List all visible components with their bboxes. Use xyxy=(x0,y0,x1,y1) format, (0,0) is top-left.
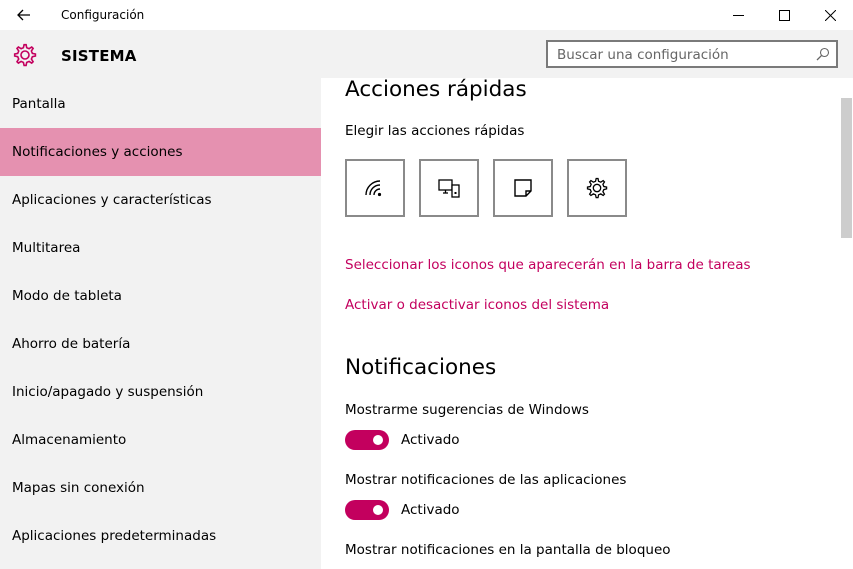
maximize-icon xyxy=(778,9,790,21)
page-title: SISTEMA xyxy=(61,47,137,65)
toggle-knob xyxy=(373,435,383,445)
system-icons-link[interactable]: Activar o desactivar iconos del sistema xyxy=(345,297,609,313)
notifications-heading: Notificaciones xyxy=(345,355,497,380)
sidebar-item-multitarea[interactable]: Multitarea xyxy=(0,224,321,272)
close-icon xyxy=(824,9,836,21)
project-screen-icon xyxy=(438,179,460,198)
system-gear-icon xyxy=(13,43,37,67)
back-button[interactable] xyxy=(8,0,40,30)
sidebar-item-apps-predeterminadas[interactable]: Aplicaciones predeterminadas xyxy=(0,512,321,560)
quick-actions-subheading: Elegir las acciones rápidas xyxy=(345,123,525,139)
note-icon xyxy=(514,179,532,197)
quick-action-tile-project[interactable] xyxy=(419,159,479,217)
toggle-sugerencias[interactable] xyxy=(345,430,389,450)
search-placeholder: Buscar una configuración xyxy=(557,47,729,63)
vertical-scrollbar[interactable] xyxy=(841,98,852,238)
quick-actions-heading: Acciones rápidas xyxy=(345,77,527,102)
sidebar-item-inicio-apagado[interactable]: Inicio/apagado y suspensión xyxy=(0,368,321,416)
toggle-state-notificaciones-apps: Activado xyxy=(401,502,460,518)
window-title: Configuración xyxy=(61,8,145,22)
maximize-button[interactable] xyxy=(761,0,807,30)
setting-label-sugerencias: Mostrarme sugerencias de Windows xyxy=(345,402,589,418)
minimize-button[interactable] xyxy=(715,0,761,30)
minimize-icon xyxy=(732,14,744,16)
quick-action-tile-note[interactable] xyxy=(493,159,553,217)
toggle-knob xyxy=(373,505,383,515)
sidebar-item-ahorro-bateria[interactable]: Ahorro de batería xyxy=(0,320,321,368)
wifi-icon xyxy=(365,180,382,197)
toggle-notificaciones-apps[interactable] xyxy=(345,500,389,520)
search-input[interactable]: Buscar una configuración xyxy=(546,40,838,68)
main-content: Acciones rápidas Elegir las acciones ráp… xyxy=(321,77,853,569)
search-icon xyxy=(816,47,830,61)
title-bar: Configuración xyxy=(0,0,853,30)
settings-gear-icon xyxy=(586,177,608,199)
close-button[interactable] xyxy=(807,0,853,30)
sidebar-item-aplicaciones[interactable]: Aplicaciones y características xyxy=(0,176,321,224)
sidebar-item-almacenamiento[interactable]: Almacenamiento xyxy=(0,416,321,464)
sidebar-item-pantalla[interactable]: Pantalla xyxy=(0,80,321,128)
setting-label-pantalla-bloqueo: Mostrar notificaciones en la pantalla de… xyxy=(345,542,671,558)
sidebar-item-modo-tableta[interactable]: Modo de tableta xyxy=(0,272,321,320)
settings-header: SISTEMA Buscar una configuración xyxy=(0,30,853,78)
taskbar-icons-link[interactable]: Seleccionar los iconos que aparecerán en… xyxy=(345,257,751,273)
sidebar-item-mapas[interactable]: Mapas sin conexión xyxy=(0,464,321,512)
quick-action-tile-wifi[interactable] xyxy=(345,159,405,217)
sidebar-nav: Pantalla Notificaciones y acciones Aplic… xyxy=(0,78,321,569)
quick-action-tile-settings[interactable] xyxy=(567,159,627,217)
setting-label-notificaciones-apps: Mostrar notificaciones de las aplicacion… xyxy=(345,472,627,488)
back-arrow-icon xyxy=(17,9,30,21)
toggle-state-sugerencias: Activado xyxy=(401,432,460,448)
sidebar-item-notificaciones[interactable]: Notificaciones y acciones xyxy=(0,128,321,176)
